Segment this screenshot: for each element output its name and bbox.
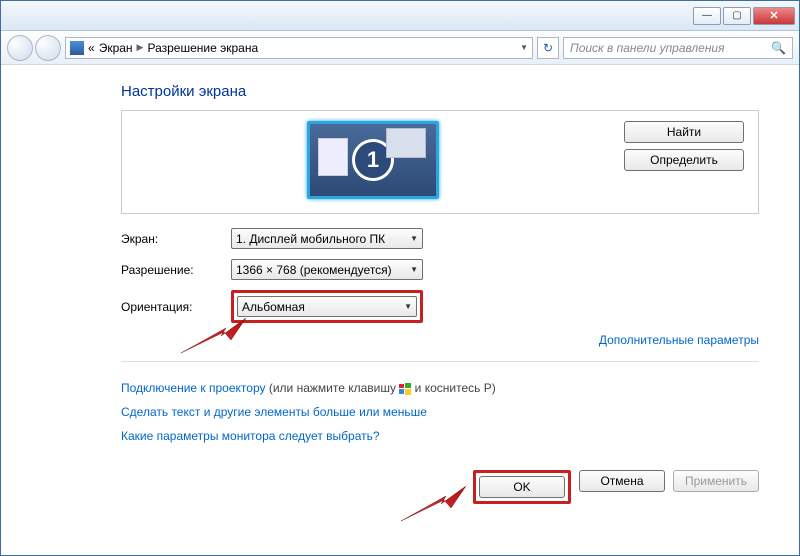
resolution-label: Разрешение: [121,263,231,277]
preview-window-icon [318,138,348,176]
screen-select[interactable]: 1. Дисплей мобильного ПК ▼ [231,228,423,249]
apply-button[interactable]: Применить [673,470,759,492]
screen-select-value: 1. Дисплей мобильного ПК [236,232,385,246]
breadcrumb-prefix: « [88,41,95,55]
which-monitor-link[interactable]: Какие параметры монитора следует выбрать… [121,429,380,443]
page-title: Настройки экрана [121,83,759,100]
minimize-button[interactable]: — [693,7,721,25]
cancel-button[interactable]: Отмена [579,470,665,492]
monitor-1-preview[interactable]: 1 [307,121,439,199]
close-button[interactable]: ✕ [753,7,795,25]
orientation-select-value: Альбомная [242,300,305,314]
chevron-right-icon: ▶ [137,42,144,53]
chevron-down-icon: ▼ [410,265,418,274]
arrow-annotation-icon [396,486,466,526]
chevron-down-icon: ▼ [404,302,412,311]
search-input[interactable]: Поиск в панели управления 🔍 [563,37,793,59]
display-preview-panel: 1 Найти Определить [121,110,759,214]
resolution-select-value: 1366 × 768 (рекомендуется) [236,263,392,277]
address-bar[interactable]: « Экран ▶ Разрешение экрана ▼ [65,37,533,59]
screen-label: Экран: [121,232,231,246]
chevron-down-icon[interactable]: ▼ [520,43,528,52]
find-button[interactable]: Найти [624,121,744,143]
resolution-select[interactable]: 1366 × 768 (рекомендуется) ▼ [231,259,423,280]
refresh-button[interactable]: ↻ [537,37,559,59]
monitor-icon [70,41,84,55]
breadcrumb-item[interactable]: Экран [99,41,133,55]
windows-key-icon [399,383,411,395]
text-size-link[interactable]: Сделать текст и другие элементы больше и… [121,405,427,419]
orientation-label: Ориентация: [121,300,231,314]
search-placeholder: Поиск в панели управления [570,41,725,55]
projector-hint: (или нажмите клавишу [266,381,400,395]
orientation-select[interactable]: Альбомная ▼ [237,296,417,317]
breadcrumb-item[interactable]: Разрешение экрана [147,41,258,55]
highlight-box: OK [473,470,571,504]
maximize-button[interactable]: ▢ [723,7,751,25]
preview-window-icon [386,128,426,158]
projector-hint2: и коснитесь P) [411,381,495,395]
highlight-box: Альбомная ▼ [231,290,423,323]
chevron-down-icon: ▼ [410,234,418,243]
nav-forward-button[interactable] [35,35,61,61]
detect-button[interactable]: Определить [624,149,744,171]
ok-button[interactable]: OK [479,476,565,498]
projector-link[interactable]: Подключение к проектору [121,381,266,395]
advanced-params-link[interactable]: Дополнительные параметры [121,333,759,347]
search-icon: 🔍 [771,41,786,55]
nav-back-button[interactable] [7,35,33,61]
